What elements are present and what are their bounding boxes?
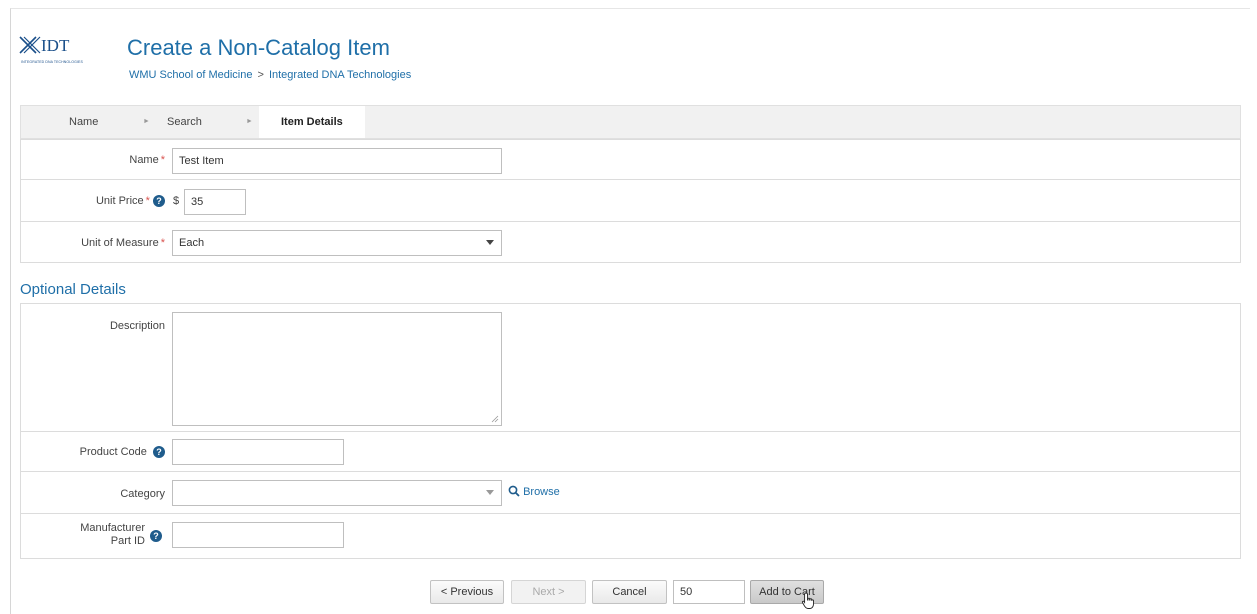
description-textarea[interactable] — [172, 312, 502, 426]
search-icon — [508, 485, 520, 497]
description-row: Description — [21, 304, 1240, 432]
resize-grip-icon[interactable] — [491, 415, 499, 423]
optional-details-heading: Optional Details — [20, 281, 126, 298]
quantity-input[interactable]: 50 — [673, 580, 745, 604]
step-arrow-icon: ► — [143, 118, 150, 125]
required-marker: * — [160, 237, 165, 249]
unit-price-label: Unit Price * ? — [96, 195, 165, 208]
breadcrumb: WMU School of Medicine > Integrated DNA Te… — [129, 69, 411, 81]
idt-logo: IDT INTEGRATED DNA TECHNOLOGIES — [19, 31, 83, 67]
step-arrow-icon: ► — [246, 118, 253, 125]
currency-symbol: $ — [173, 195, 180, 207]
cancel-button[interactable]: Cancel — [592, 580, 667, 604]
required-marker: * — [160, 154, 165, 166]
unit-of-measure-row: Unit of Measure * Each — [21, 222, 1240, 262]
breadcrumb-item-supplier[interactable]: Integrated DNA Technologies — [269, 69, 411, 81]
name-row: Name * Test Item — [21, 140, 1240, 180]
breadcrumb-item-organization[interactable]: WMU School of Medicine — [129, 69, 253, 81]
page-header: IDT INTEGRATED DNA TECHNOLOGIES Create a… — [19, 27, 1219, 97]
previous-button[interactable]: < Previous — [430, 580, 504, 604]
logo-tagline: INTEGRATED DNA TECHNOLOGIES — [21, 60, 83, 64]
unit-price-input[interactable]: 35 — [184, 189, 246, 215]
browse-link[interactable]: Browse — [508, 485, 560, 498]
required-marker: * — [145, 195, 150, 207]
logo-wordmark: IDT — [41, 36, 70, 55]
product-code-label: Product Code ? — [80, 446, 165, 459]
optional-details-form: Description Product Code ? Category Brow… — [20, 303, 1241, 559]
chevron-down-icon — [486, 240, 494, 245]
help-icon[interactable]: ? — [153, 446, 165, 459]
wizard-steps: Name ► Search ► Item Details — [20, 105, 1241, 139]
product-code-row: Product Code ? — [21, 432, 1240, 472]
step-item-details[interactable]: Item Details — [259, 106, 365, 138]
name-label: Name * — [129, 154, 165, 166]
unit-of-measure-select[interactable]: Each — [172, 230, 502, 256]
hand-cursor-icon — [801, 592, 814, 609]
category-row: Category Browse — [21, 472, 1240, 514]
description-label: Description — [109, 320, 165, 332]
name-input[interactable]: Test Item — [172, 148, 502, 174]
manufacturer-part-id-label: Manufacturer Part ID — [80, 522, 145, 547]
product-code-input[interactable] — [172, 439, 344, 465]
help-icon[interactable]: ? — [150, 530, 162, 542]
browse-label: Browse — [523, 486, 560, 498]
form-footer: < Previous Next > Cancel 50 Add to Cart — [11, 577, 1251, 609]
page-container: IDT INTEGRATED DNA TECHNOLOGIES Create a… — [10, 8, 1250, 614]
manufacturer-part-id-row: Manufacturer Part ID ? — [21, 514, 1240, 558]
page-title: Create a Non-Catalog Item — [127, 35, 390, 60]
unit-of-measure-label: Unit of Measure * — [81, 237, 165, 249]
help-icon[interactable]: ? — [153, 195, 165, 208]
next-button[interactable]: Next > — [511, 580, 586, 604]
unit-of-measure-value: Each — [179, 237, 205, 249]
manufacturer-part-id-input[interactable] — [172, 522, 344, 548]
step-name[interactable]: Name — [69, 106, 98, 138]
category-label: Category — [120, 488, 165, 500]
step-search[interactable]: Search — [167, 106, 202, 138]
unit-price-row: Unit Price * ? $ 35 — [21, 180, 1240, 222]
required-details-form: Name * Test Item Unit Price * ? $ 35 Unit … — [20, 139, 1241, 263]
category-select[interactable] — [172, 480, 502, 506]
chevron-down-icon — [486, 490, 494, 495]
breadcrumb-separator: > — [257, 69, 264, 81]
